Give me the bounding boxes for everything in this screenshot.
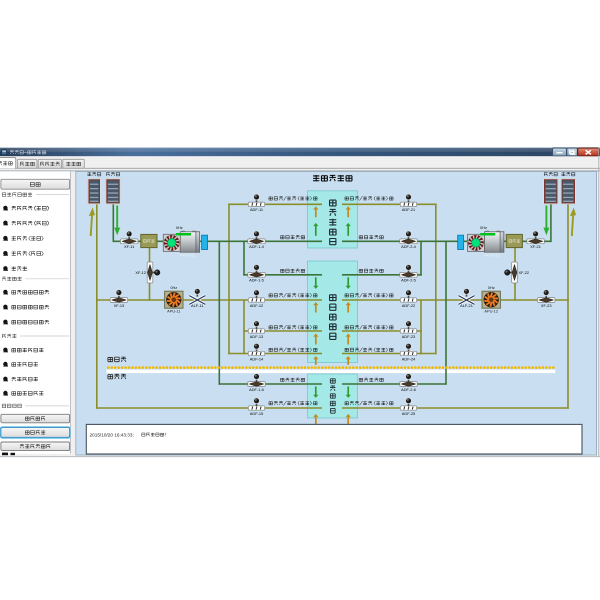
svg-text:2015/10/20 16:43:33:: 2015/10/20 16:43:33: [90,432,134,437]
svg-text:APU-11: APU-11 [167,309,180,314]
svg-text:ADF-1-4: ADF-1-4 [249,244,265,249]
svg-text:XF-12: XF-12 [135,270,146,275]
svg-text:ALF-11: ALF-11 [191,303,203,308]
svg-text:0Hz: 0Hz [176,225,183,230]
svg-text:ADF-25: ADF-25 [402,411,415,416]
svg-text:0Hz: 0Hz [480,225,487,230]
svg-text:ADF-24: ADF-24 [402,356,416,361]
svg-text:APU-12: APU-12 [484,309,498,314]
svg-text:ADF-22: ADF-22 [402,303,415,308]
svg-text:XF-11: XF-11 [124,244,134,249]
svg-text:ADF-13: ADF-13 [250,334,263,339]
svg-text:ALF-21: ALF-21 [460,303,473,308]
svg-text:ADF-12: ADF-12 [250,303,263,308]
svg-text:ADF-2-4: ADF-2-4 [401,244,417,249]
svg-text:ADF-21: ADF-21 [402,207,415,212]
svg-text:ADF-11: ADF-11 [250,207,263,212]
svg-text:ADF-2-5: ADF-2-5 [401,278,416,283]
svg-text:0Hz: 0Hz [170,285,177,290]
svg-text:XF-22: XF-22 [519,270,530,275]
svg-text:ADF-1-5: ADF-1-5 [249,278,264,283]
svg-text:AKTU-12: AKTU-12 [484,254,500,258]
svg-text:XF-13: XF-13 [114,303,125,308]
svg-text:ADF-2-6: ADF-2-6 [401,387,416,392]
svg-text:XF-21: XF-21 [530,244,541,249]
svg-text:ADF-23: ADF-23 [402,334,415,339]
svg-text:0Hz: 0Hz [488,285,495,290]
svg-text:ADF-14: ADF-14 [250,356,264,361]
svg-text:ADF-1-6: ADF-1-6 [249,387,264,392]
svg-text:ADF-15: ADF-15 [250,411,263,416]
svg-text:XF-23: XF-23 [541,303,552,308]
svg-text:AKTU-11: AKTU-11 [180,254,195,258]
